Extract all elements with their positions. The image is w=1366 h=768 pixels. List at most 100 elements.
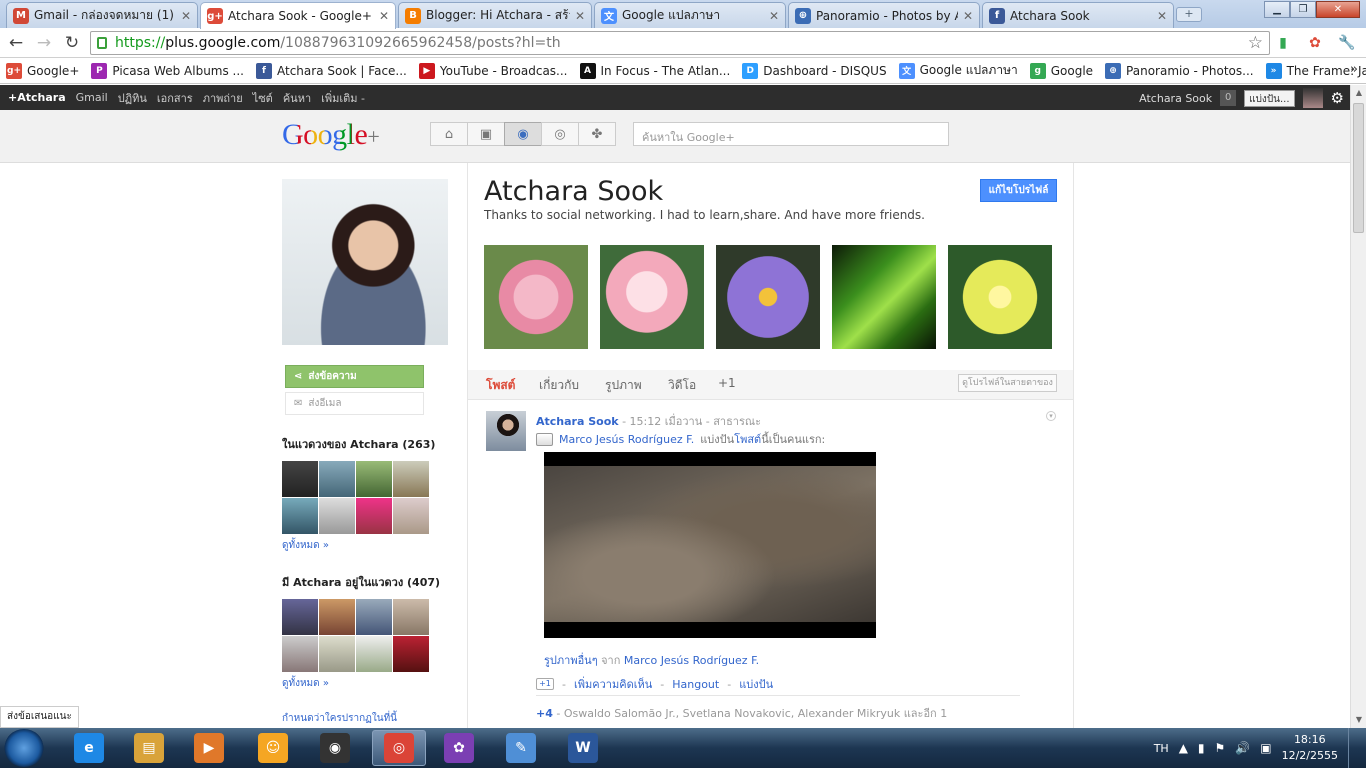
taskbar-app-smiley-app[interactable]: ☺: [246, 730, 300, 766]
see-all-link[interactable]: ดูทั้งหมด »: [282, 538, 462, 553]
circle-avatar[interactable]: [393, 636, 429, 672]
circle-avatar[interactable]: [282, 498, 318, 534]
photo-thumbnail[interactable]: [832, 245, 936, 349]
close-tab-icon[interactable]: ✕: [181, 9, 191, 23]
gbar-calendar[interactable]: ปฏิทิน: [118, 89, 147, 107]
circle-avatar[interactable]: [282, 636, 318, 672]
close-tab-icon[interactable]: ✕: [575, 9, 585, 23]
start-button[interactable]: [4, 729, 44, 767]
home-icon[interactable]: ⌂: [430, 122, 468, 146]
caption-author-link[interactable]: Marco Jesús Rodríguez F.: [624, 654, 759, 667]
gbar-search[interactable]: ค้นหา: [283, 89, 311, 107]
avatar[interactable]: [1302, 88, 1323, 108]
circle-avatar[interactable]: [282, 599, 318, 635]
tab-videos[interactable]: วิดีโอ: [668, 376, 696, 395]
bookmark-item[interactable]: g Google: [1029, 62, 1093, 79]
close-tab-icon[interactable]: ✕: [379, 9, 389, 23]
gear-icon[interactable]: ⚙: [1331, 89, 1344, 107]
taskbar-app-windows-explorer[interactable]: ▤: [122, 730, 176, 766]
tab-gmail[interactable]: M Gmail - กล่องจดหมาย (1) - kn ✕: [6, 2, 198, 28]
bookmark-star-icon[interactable]: ☆: [1248, 33, 1263, 53]
gbar-sites[interactable]: ไซต์: [253, 89, 273, 107]
bookmark-item[interactable]: g+ Google+: [6, 62, 79, 79]
post-author-link[interactable]: Atchara Sook: [536, 415, 619, 428]
photo-thumbnail[interactable]: [600, 245, 704, 349]
plus-count[interactable]: +4: [536, 707, 553, 720]
taskbar-app-internet-explorer[interactable]: e: [62, 730, 116, 766]
circle-avatar[interactable]: [356, 498, 392, 534]
tab-facebook[interactable]: f Atchara Sook ✕: [982, 2, 1174, 28]
photo-thumbnail[interactable]: [948, 245, 1052, 349]
bookmark-item[interactable]: A In Focus - The Atlan...: [579, 62, 730, 79]
profile-photo[interactable]: [282, 179, 448, 345]
close-tab-icon[interactable]: ✕: [963, 9, 973, 23]
flag-icon[interactable]: ⚑: [1215, 741, 1226, 755]
gbar-photos[interactable]: ภาพถ่าย: [203, 89, 243, 107]
circle-avatar[interactable]: [319, 599, 355, 635]
tab-photos[interactable]: รูปภาพ: [605, 376, 642, 395]
scroll-up-arrow-icon[interactable]: ▲: [1351, 85, 1366, 101]
photo-thumbnail[interactable]: [484, 245, 588, 349]
extension-icon[interactable]: ✿: [1306, 34, 1324, 52]
address-bar[interactable]: https://plus.google.com/1088796310926659…: [90, 31, 1270, 55]
volume-icon[interactable]: 🔊: [1235, 741, 1250, 755]
circle-avatar[interactable]: [356, 636, 392, 672]
bookmark-item[interactable]: 文 Google แปลภาษา: [898, 61, 1018, 80]
see-all-link[interactable]: ดูทั้งหมด »: [282, 676, 462, 691]
taskbar-app-microsoft-word[interactable]: W: [556, 730, 610, 766]
device-icon[interactable]: ▮: [1198, 741, 1205, 755]
taskbar-app-picasa[interactable]: ✿: [432, 730, 486, 766]
who-appears-link[interactable]: กำหนดว่าใครปรากฏในที่นี้: [282, 711, 462, 726]
taskbar-app-media-player[interactable]: ▶: [182, 730, 236, 766]
show-hidden-icons-arrow-icon[interactable]: ▲: [1179, 741, 1188, 755]
reshared-from-link[interactable]: Marco Jesús Rodríguez F.: [559, 433, 694, 446]
view-profile-as-input[interactable]: ดูโปรไฟล์ในสายตาของ: [958, 374, 1057, 392]
post-time[interactable]: 15:12 เมื่อวาน: [630, 415, 703, 428]
tab-about[interactable]: เกี่ยวกับ: [539, 376, 579, 395]
share-message-button[interactable]: ⋖ ส่งข้อความ: [285, 365, 424, 388]
language-indicator[interactable]: TH: [1154, 742, 1169, 755]
circle-avatar[interactable]: [356, 599, 392, 635]
reload-icon[interactable]: ↻: [61, 32, 83, 54]
send-feedback-button[interactable]: ส่งข้อเสนอแนะ: [0, 706, 79, 728]
gbar-user-name[interactable]: Atchara Sook: [1139, 92, 1212, 105]
gbar-share-box[interactable]: แบ่งปัน...: [1244, 89, 1295, 107]
post-visibility[interactable]: สาธารณะ: [713, 415, 761, 428]
edit-profile-button[interactable]: แก้ไขโปรไฟล์: [980, 179, 1057, 202]
scrollbar-thumb[interactable]: [1353, 103, 1364, 233]
tab-translate[interactable]: 文 Google แปลภาษา ✕: [594, 2, 786, 28]
clock[interactable]: 18:16 12/2/2555: [1282, 732, 1338, 764]
maximize-button[interactable]: ❐: [1290, 1, 1316, 18]
profile-icon[interactable]: ◉: [504, 122, 542, 146]
share-link[interactable]: แบ่งปัน: [739, 675, 773, 693]
video-player[interactable]: [544, 452, 876, 638]
hangout-link[interactable]: Hangout: [672, 678, 719, 691]
close-tab-icon[interactable]: ✕: [1157, 9, 1167, 23]
search-input[interactable]: ค้นหาใน Google+: [633, 122, 949, 146]
circle-avatar[interactable]: [356, 461, 392, 497]
gbar-gmail[interactable]: Gmail: [76, 91, 108, 104]
vertical-scrollbar[interactable]: ▲ ▼: [1350, 85, 1366, 728]
close-tab-icon[interactable]: ✕: [769, 9, 779, 23]
photos-icon[interactable]: ▣: [467, 122, 505, 146]
taskbar-app-paint[interactable]: ✎: [494, 730, 548, 766]
circle-avatar[interactable]: [393, 599, 429, 635]
post-menu-chevron-icon[interactable]: ▾: [1046, 411, 1056, 421]
tab-blogger[interactable]: B Blogger: Hi Atchara - สร้างข ✕: [398, 2, 592, 28]
bookmark-item[interactable]: f Atchara Sook | Face...: [256, 62, 407, 79]
gbar-plus-me[interactable]: +Atchara: [8, 91, 66, 104]
minimize-button[interactable]: ▁: [1264, 1, 1290, 18]
bookmarks-overflow-chevron-icon[interactable]: »: [1350, 62, 1358, 77]
taskbar-app-media-center[interactable]: ◉: [308, 730, 362, 766]
bookmark-item[interactable]: ▶ YouTube - Broadcas...: [418, 62, 568, 79]
send-email-button[interactable]: ✉ ส่งอีเมล: [285, 392, 424, 415]
photo-thumbnail[interactable]: [716, 245, 820, 349]
circle-avatar[interactable]: [319, 461, 355, 497]
show-desktop-button[interactable]: [1348, 728, 1358, 768]
signal-bars-icon[interactable]: ▮: [1274, 34, 1292, 52]
more-photos-link[interactable]: รูปภาพอื่นๆ: [544, 654, 598, 667]
tab-posts[interactable]: โพสต์: [486, 376, 515, 395]
bookmark-item[interactable]: ⊕ Panoramio - Photos...: [1105, 62, 1254, 79]
notifications-count[interactable]: 0: [1220, 90, 1237, 106]
gbar-more[interactable]: เพิ่มเติม -: [321, 89, 365, 107]
